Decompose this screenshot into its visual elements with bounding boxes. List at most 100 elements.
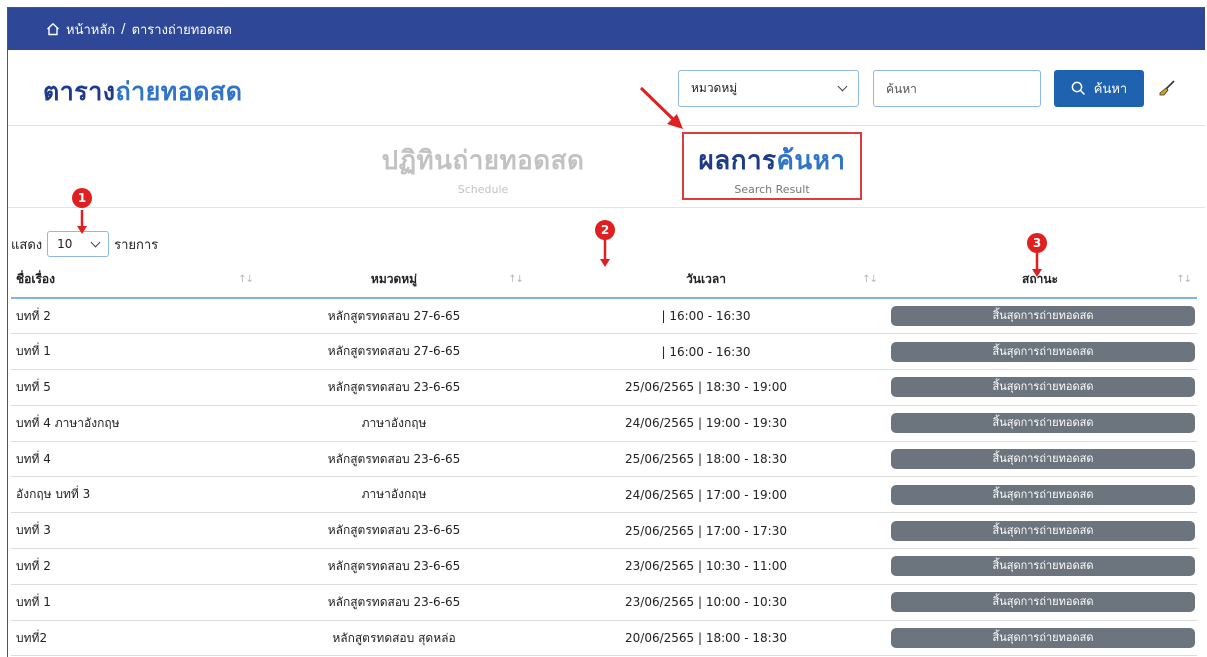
table-row[interactable]: บทที่ 2 หลักสูตรทดสอบ 27-6-65 | 16:00 - 16… bbox=[11, 298, 1197, 335]
length-menu: แสดง 10 รายการ bbox=[11, 231, 158, 257]
cell-datetime: 20/06/2565 | 18:00 - 18:30 bbox=[529, 620, 883, 657]
sort-icon: ↑↓ bbox=[1176, 274, 1192, 285]
table-row[interactable]: อังกฤษ บทที่ 3 ภาษาอังกฤษ 24/06/2565 | 17:… bbox=[11, 476, 1197, 514]
breadcrumb-home-label: หน้าหลัก bbox=[66, 22, 116, 38]
table-row[interactable]: บทที่ 4 หลักสูตรทดสอบ 23-6-65 25/06/2565 |… bbox=[11, 441, 1197, 478]
page-length-select[interactable]: 10 bbox=[47, 231, 110, 257]
cell-datetime: 25/06/2565 | 18:00 - 18:30 bbox=[529, 441, 883, 478]
status-badge: สิ้นสุดการถ่ายทอดสด bbox=[891, 592, 1195, 613]
annotation-marker-2: 2 bbox=[595, 220, 615, 240]
sort-icon: ↑↓ bbox=[508, 274, 524, 285]
cell-title: บทที่ 2 bbox=[11, 298, 259, 335]
cell-category: หลักสูตรทดสอบ 23-6-65 bbox=[259, 369, 529, 406]
cell-category: หลักสูตรทดสอบ 23-6-65 bbox=[259, 584, 529, 621]
cell-category: ภาษาอังกฤษ bbox=[259, 476, 529, 514]
column-header-status-label: สถานะ bbox=[1022, 272, 1058, 286]
annotation-marker-3: 3 bbox=[1027, 233, 1047, 253]
column-header-status[interactable]: สถานะ ↑↓ bbox=[883, 262, 1197, 299]
tab-search-result[interactable]: ผลการค้นหา Search Result bbox=[682, 132, 862, 200]
breadcrumb-current: ตารางถ่ายทอดสด bbox=[131, 22, 232, 38]
cell-status: สิ้นสุดการถ่ายทอดสด bbox=[883, 298, 1197, 335]
page-title-part1: ตาราง bbox=[43, 77, 116, 106]
category-select[interactable]: หมวดหมู่ bbox=[678, 70, 859, 107]
cell-category: หลักสูตรทดสอบ 23-6-65 bbox=[259, 512, 529, 550]
length-menu-prefix: แสดง bbox=[11, 237, 43, 253]
cell-title: บทที่2 bbox=[11, 620, 259, 657]
cell-category: หลักสูตรทดสอบ 27-6-65 bbox=[259, 333, 529, 371]
search-input[interactable] bbox=[873, 70, 1041, 107]
cell-status: สิ้นสุดการถ่ายทอดสด bbox=[883, 512, 1197, 550]
column-header-title-label: ชื่อเรื่อง bbox=[16, 272, 55, 286]
search-button[interactable]: ค้นหา bbox=[1054, 70, 1144, 107]
tab-search-result-label-part2: ค้นหา bbox=[776, 146, 846, 176]
tab-schedule-label: ปฏิทินถ่ายทอดสด bbox=[381, 146, 585, 176]
column-header-category-label: หมวดหมู่ bbox=[370, 272, 418, 286]
status-badge: สิ้นสุดการถ่ายทอดสด bbox=[891, 520, 1195, 541]
status-badge: สิ้นสุดการถ่ายทอดสด bbox=[891, 413, 1195, 434]
cell-status: สิ้นสุดการถ่ายทอดสด bbox=[883, 548, 1197, 585]
cell-title: บทที่ 1 bbox=[11, 333, 259, 371]
cell-status: สิ้นสุดการถ่ายทอดสด bbox=[883, 620, 1197, 657]
table-row[interactable]: บทที่ 2 หลักสูตรทดสอบ 23-6-65 23/06/2565 |… bbox=[11, 548, 1197, 585]
table-row[interactable]: บทที่ 5 หลักสูตรทดสอบ 23-6-65 25/06/2565 |… bbox=[11, 369, 1197, 406]
status-badge: สิ้นสุดการถ่ายทอดสด bbox=[891, 449, 1195, 470]
breadcrumb-separator: / bbox=[121, 21, 126, 37]
breadcrumb-home[interactable]: หน้าหลัก bbox=[46, 19, 115, 40]
cell-title: บทที่ 5 bbox=[11, 369, 259, 406]
tab-search-result-sublabel: Search Result bbox=[734, 183, 810, 196]
table-body: บทที่ 2 หลักสูตรทดสอบ 27-6-65 | 16:00 - 16… bbox=[11, 298, 1197, 657]
tab-schedule[interactable]: ปฏิทินถ่ายทอดสด Schedule bbox=[378, 140, 588, 196]
sort-icon: ↑↓ bbox=[238, 274, 254, 285]
cell-title: บทที่ 1 bbox=[11, 584, 259, 621]
table-row[interactable]: บทที่2 หลักสูตรทดสอบ สุดหล่อ 20/06/2565 | … bbox=[11, 620, 1197, 657]
cell-category: หลักสูตรทดสอบ สุดหล่อ bbox=[259, 620, 529, 657]
cell-category: หลักสูตรทดสอบ 23-6-65 bbox=[259, 441, 529, 478]
table-row[interactable]: บทที่ 1 หลักสูตรทดสอบ 27-6-65 | 16:00 - 16… bbox=[11, 333, 1197, 371]
cell-status: สิ้นสุดการถ่ายทอดสด bbox=[883, 441, 1197, 478]
breadcrumb: หน้าหลัก / ตารางถ่ายทอดสด bbox=[8, 8, 1205, 50]
page-title-part2: ถ่ายทอดสด bbox=[115, 77, 243, 106]
status-badge: สิ้นสุดการถ่ายทอดสด bbox=[891, 628, 1195, 649]
length-menu-suffix: รายการ bbox=[114, 237, 159, 253]
cell-status: สิ้นสุดการถ่ายทอดสด bbox=[883, 369, 1197, 406]
cell-datetime: 25/06/2565 | 17:00 - 17:30 bbox=[529, 512, 883, 550]
cell-status: สิ้นสุดการถ่ายทอดสด bbox=[883, 476, 1197, 514]
cell-category: หลักสูตรทดสอบ 27-6-65 bbox=[259, 298, 529, 335]
column-header-datetime[interactable]: วันเวลา ↑↓ bbox=[529, 262, 883, 299]
cell-title: บทที่ 4 bbox=[11, 441, 259, 478]
cell-datetime: 23/06/2565 | 10:00 - 10:30 bbox=[529, 584, 883, 621]
search-button-label: ค้นหา bbox=[1093, 82, 1128, 97]
table-row[interactable]: บทที่ 1 หลักสูตรทดสอบ 23-6-65 23/06/2565 |… bbox=[11, 584, 1197, 621]
column-header-datetime-label: วันเวลา bbox=[686, 272, 726, 286]
cell-datetime: 25/06/2565 | 18:30 - 19:00 bbox=[529, 369, 883, 406]
cell-datetime: 24/06/2565 | 17:00 - 19:00 bbox=[529, 476, 883, 514]
status-badge: สิ้นสุดการถ่ายทอดสด bbox=[891, 306, 1195, 327]
cell-status: สิ้นสุดการถ่ายทอดสด bbox=[883, 333, 1197, 371]
page-length-value: 10 bbox=[57, 237, 73, 251]
status-badge: สิ้นสุดการถ่ายทอดสด bbox=[891, 377, 1195, 398]
page-header: ตารางถ่ายทอดสด หมวดหมู่ ค้นหา bbox=[8, 50, 1205, 126]
home-icon bbox=[47, 22, 59, 36]
cell-datetime: 24/06/2565 | 19:00 - 19:30 bbox=[529, 405, 883, 442]
category-select-value: หมวดหมู่ bbox=[691, 81, 738, 95]
status-badge: สิ้นสุดการถ่ายทอดสด bbox=[891, 341, 1195, 362]
column-header-category[interactable]: หมวดหมู่ ↑↓ bbox=[259, 262, 529, 299]
cell-title: อังกฤษ บทที่ 3 bbox=[11, 476, 259, 514]
status-badge: สิ้นสุดการถ่ายทอดสด bbox=[891, 556, 1195, 577]
annotation-marker-1: 1 bbox=[72, 188, 92, 208]
cell-category: หลักสูตรทดสอบ 23-6-65 bbox=[259, 548, 529, 585]
sort-icon: ↑↓ bbox=[862, 274, 878, 285]
search-icon bbox=[1071, 81, 1085, 96]
chevron-down-icon bbox=[90, 237, 101, 247]
cell-datetime: 23/06/2565 | 10:30 - 11:00 bbox=[529, 548, 883, 585]
status-badge: สิ้นสุดการถ่ายทอดสด bbox=[891, 484, 1195, 505]
table-row[interactable]: บทที่ 3 หลักสูตรทดสอบ 23-6-65 25/06/2565 |… bbox=[11, 512, 1197, 550]
column-header-title[interactable]: ชื่อเรื่อง ↑↓ bbox=[11, 262, 259, 299]
cell-datetime: | 16:00 - 16:30 bbox=[529, 333, 883, 371]
cell-title: บทที่ 3 bbox=[11, 512, 259, 550]
cell-title: บทที่ 2 bbox=[11, 548, 259, 585]
table-row[interactable]: บทที่ 4 ภาษาอังกฤษ ภาษาอังกฤษ 24/06/2565 |… bbox=[11, 405, 1197, 442]
tab-search-result-label-part1: ผลการ bbox=[698, 146, 777, 176]
tab-schedule-sublabel: Schedule bbox=[457, 183, 509, 196]
broom-icon[interactable] bbox=[1158, 79, 1176, 97]
